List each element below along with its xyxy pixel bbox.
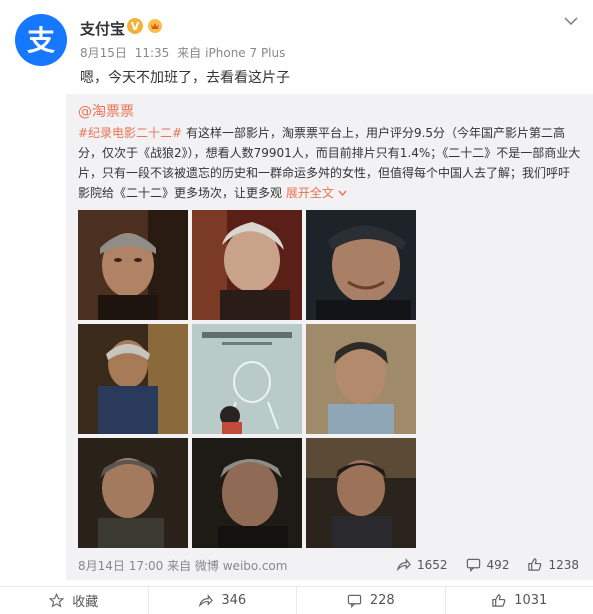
post-time: 11:35: [134, 46, 170, 60]
photo-thumbnail[interactable]: [306, 210, 416, 320]
photo-thumbnail[interactable]: [78, 438, 188, 548]
photo-thumbnail[interactable]: [192, 438, 302, 548]
post-meta: 8月15日 11:35 来自 iPhone 7 Plus: [80, 44, 289, 61]
repost-text: #纪录电影二十二# 有这样一部影片，淘票票平台上，用户评分9.5分（今年国产影片…: [78, 123, 581, 203]
star-icon: [49, 593, 65, 608]
thumbs-up-icon: [492, 594, 506, 607]
chevron-down-icon[interactable]: [563, 14, 579, 28]
repost-button[interactable]: 346: [149, 587, 297, 614]
avatar[interactable]: 支: [15, 14, 67, 66]
share-icon: [396, 558, 411, 572]
post-text: 嗯，今天不加班了，去看看这片子: [80, 70, 290, 86]
thumbs-up-icon: [528, 558, 542, 571]
photo-thumbnail[interactable]: [306, 438, 416, 548]
photo-thumbnail[interactable]: [78, 324, 188, 434]
share-icon: [198, 594, 214, 608]
post-source-prefix: 来自: [177, 46, 202, 60]
comment-icon: [347, 594, 362, 608]
repost-comment-stat[interactable]: 492: [466, 557, 509, 572]
author-name[interactable]: 支付宝: [80, 18, 125, 39]
like-button[interactable]: 1031: [446, 587, 593, 614]
repost-box: @淘票票 #纪录电影二十二# 有这样一部影片，淘票票平台上，用户评分9.5分（今…: [66, 94, 593, 580]
repost-share-stat[interactable]: 1652: [396, 557, 448, 572]
post-date[interactable]: 8月15日: [80, 46, 127, 60]
photo-thumbnail[interactable]: [78, 210, 188, 320]
repost-like-stat[interactable]: 1238: [527, 557, 579, 572]
action-bar: 收藏 346 228 1031: [0, 586, 593, 614]
alipay-logo-icon: 支: [27, 24, 55, 57]
post-source: iPhone 7 Plus: [205, 46, 286, 60]
photo-thumbnail[interactable]: [192, 324, 302, 434]
vip-badge-icon: [148, 19, 162, 33]
repost-stats: 1652 492 1238: [378, 557, 579, 572]
photo-thumbnail[interactable]: [192, 210, 302, 320]
expand-full-text-link[interactable]: 展开全文: [286, 186, 347, 200]
comment-icon: [466, 558, 480, 572]
comment-button[interactable]: 228: [297, 587, 446, 614]
hashtag-link[interactable]: #纪录电影二十二#: [78, 126, 182, 140]
repost-footer: 8月14日 17:00 来自 微博 weibo.com: [78, 559, 288, 573]
photo-thumbnail[interactable]: [306, 324, 416, 434]
favorite-button[interactable]: 收藏: [0, 587, 149, 614]
svg-text:支: 支: [27, 24, 55, 57]
verified-icon: V: [127, 18, 143, 34]
chevron-down-icon: [338, 190, 347, 197]
repost-author[interactable]: @淘票票: [78, 101, 134, 121]
